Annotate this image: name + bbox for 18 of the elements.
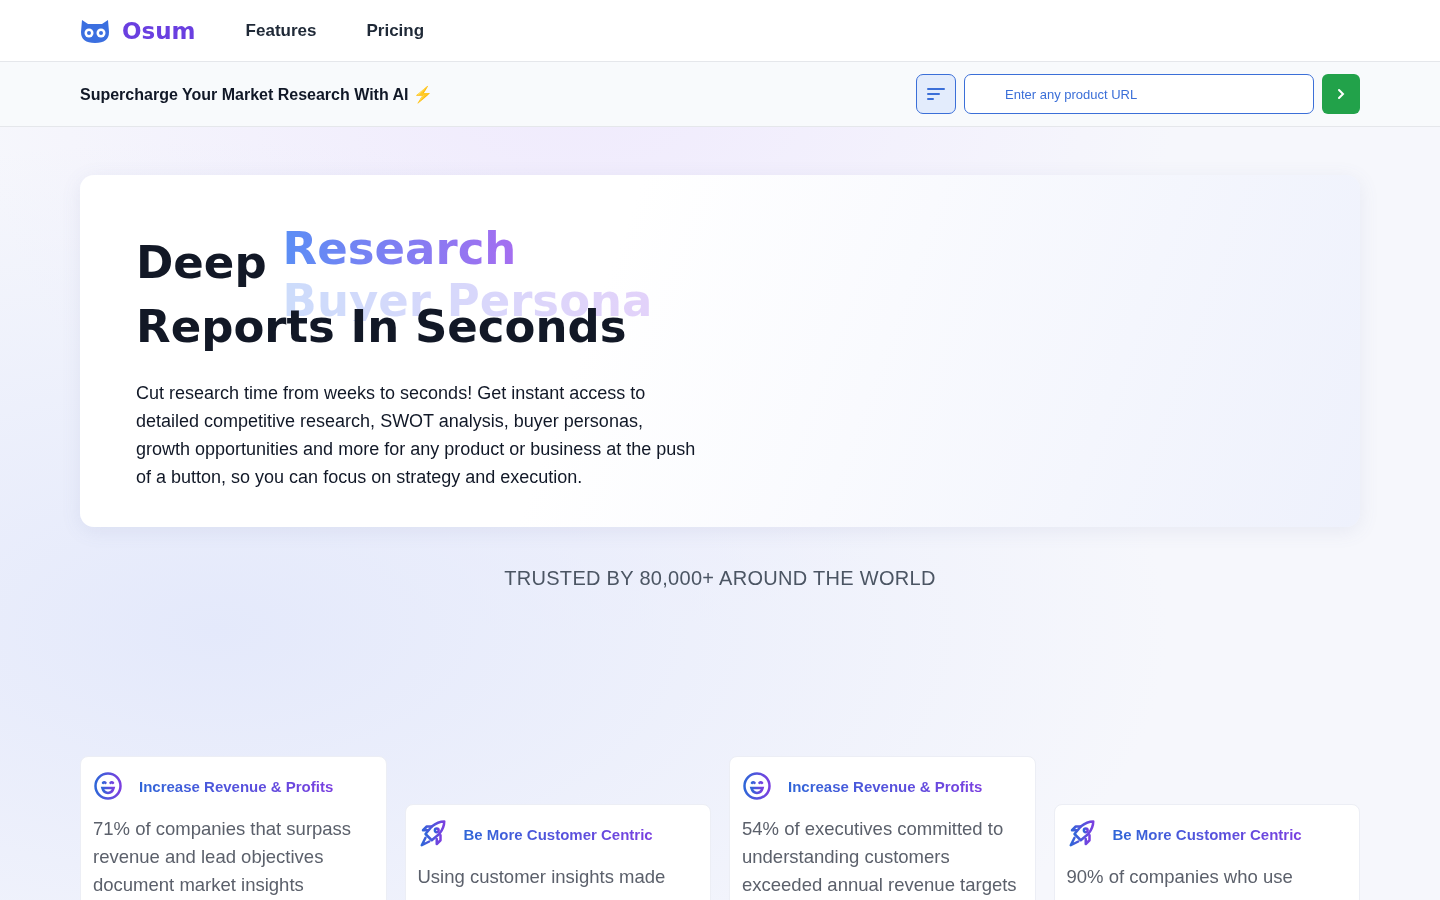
card-text: 71% of companies that surpass revenue and lead objectives document market insights	[93, 817, 353, 897]
card-text: 90% of companies who use	[1066, 865, 1294, 889]
brand-name[interactable]: Osum	[122, 17, 196, 44]
filter-button[interactable]	[916, 74, 956, 114]
chevron-right-icon	[1337, 88, 1345, 100]
smile-icon	[742, 771, 772, 801]
card-text: Using customer insights made	[417, 865, 667, 889]
smile-icon	[93, 771, 123, 801]
url-input-field[interactable]: Enter any product URL	[964, 74, 1314, 114]
nav-link[interactable]: Features	[245, 20, 317, 41]
sort-icon	[927, 87, 945, 101]
submit-button[interactable]	[1322, 74, 1360, 114]
card-text: 54% of executives committed to understanding customers exceeded annual revenue targets	[742, 817, 1018, 897]
owl-logo-icon	[80, 17, 110, 44]
nav-link[interactable]: Pricing	[366, 20, 425, 41]
trusted-text: TRUSTED BY 80,000+ AROUND THE WORLD	[503, 567, 937, 590]
hero-description: Cut research time from weeks to seconds! Get instant access to detailed competitive research, SWOT analysis, buyer personas, growth opportunities and more for any product or business at the push of a button, so you can focus on strategy and execution.	[136, 381, 696, 489]
tagline: Supercharge Your Market Research With AI ⚡	[80, 84, 434, 104]
